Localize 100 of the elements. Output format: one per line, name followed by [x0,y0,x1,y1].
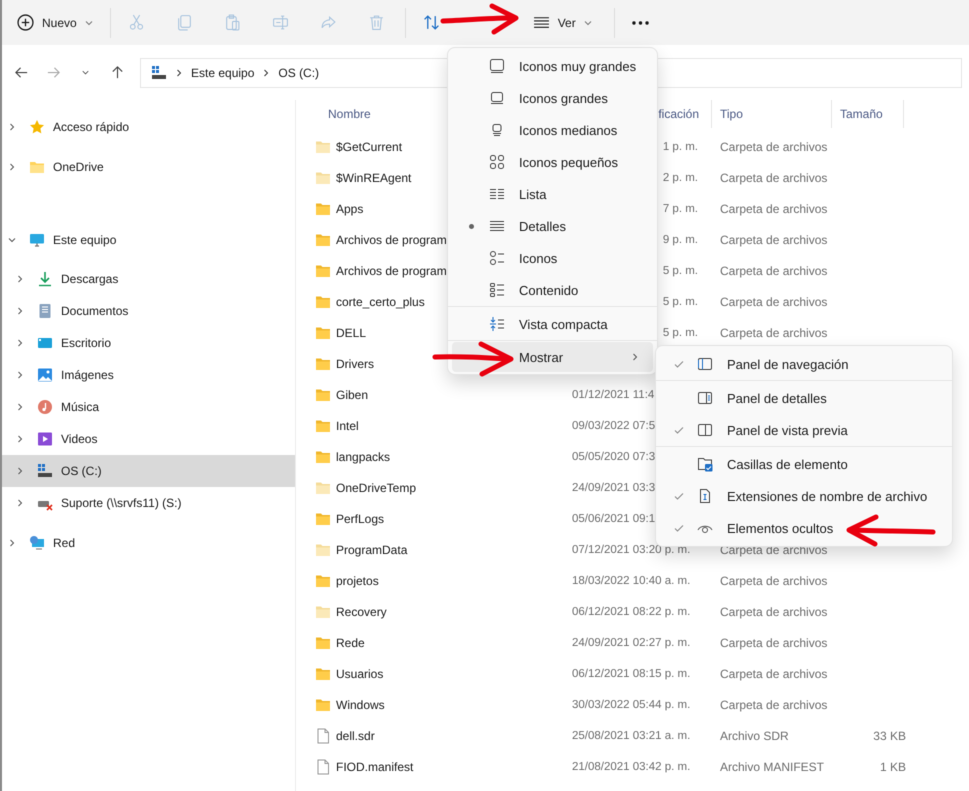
file-name[interactable]: $GetCurrent [336,140,402,154]
folder-checkbox-icon [697,456,713,472]
chevron-down-icon[interactable] [8,236,16,244]
file-name[interactable]: $WinREAgent [336,170,412,184]
sidebar-item[interactable]: Música [2,391,295,423]
sidebar-item[interactable]: Videos [2,423,295,455]
file-name[interactable]: Giben [336,388,368,402]
monitor-icon [489,58,505,74]
sidebar-item[interactable]: OS (C:) [2,455,295,487]
file-type: Carpeta de archivos [720,542,828,556]
chevron-right-icon[interactable] [16,499,24,507]
drive-icon [37,463,53,479]
sidebar-item[interactable]: Suporte (\\srvfs11) (S:) [2,487,295,519]
file-name[interactable]: Recovery [336,604,387,618]
file-name[interactable]: langpacks [336,450,390,464]
menu-item[interactable]: Vista compacta [452,308,653,340]
sidebar-item[interactable]: Red [2,527,295,559]
menu-item[interactable]: Panel de navegación [660,348,948,380]
share-icon [320,14,337,31]
file-type: Carpeta de archivos [720,294,828,308]
date-modified: 9 p. m. [662,234,698,246]
chevron-right-icon[interactable] [16,467,24,475]
menu-item[interactable]: Iconos [452,242,653,274]
date-modified: 09/03/2022 07:5 [572,420,656,432]
file-name[interactable]: FIOD.manifest [336,760,414,774]
menu-item[interactable]: Iconos pequeños [452,146,653,178]
menu-item[interactable]: Iconos grandes [452,82,653,114]
view-button[interactable]: Ver [526,6,604,38]
chevron-right-icon[interactable] [16,275,24,283]
date-modified: 25/08/2021 03:21 a. m. [572,730,690,742]
tiles-icon [489,250,505,266]
file-type: Carpeta de archivos [720,170,828,184]
date-modified: 5 p. m. [662,326,698,338]
menu-item[interactable]: Extensiones de nombre de archivo [660,480,948,512]
menu-item[interactable]: Detalles [452,210,653,242]
sidebar-item[interactable]: Descargas [2,263,295,295]
chevron-right-icon[interactable] [16,307,24,315]
document-icon [37,303,53,319]
sidebar-item[interactable]: Acceso rápido [2,111,295,143]
file-type: Carpeta de archivos [720,604,828,618]
chevron-right-icon[interactable] [16,403,24,411]
chevron-right-icon[interactable] [16,435,24,443]
breadcrumb[interactable]: Este equipo [191,66,254,80]
file-type: Archivo MANIFEST [720,760,824,774]
file-name[interactable]: Windows [336,698,385,712]
menu-item[interactable]: Panel de vista previa [660,414,948,446]
file-name[interactable]: corte_certo_plus [336,294,425,308]
music-note-icon [37,399,53,415]
file-name[interactable]: dell.sdr [336,728,375,742]
file-name[interactable]: Drivers [336,356,374,370]
chevron-right-icon[interactable] [8,539,16,547]
file-name[interactable]: Rede [336,636,365,650]
menu-item[interactable]: Contenido [452,274,653,306]
date-modified: 7 p. m. [662,202,698,214]
file-name[interactable]: projetos [336,574,379,588]
file-type: Carpeta de archivos [720,666,828,680]
sidebar-item[interactable]: Documentos [2,295,295,327]
file-name[interactable]: Apps [336,202,364,216]
column-header[interactable]: Tamaño [832,100,904,128]
more-icon [632,20,649,24]
sidebar-item[interactable]: Imágenes [2,359,295,391]
file-name[interactable]: Usuarios [336,666,384,680]
file-name[interactable]: PerfLogs [336,512,384,526]
menu-item[interactable]: Lista [452,178,653,210]
file-type: Carpeta de archivos [720,232,828,246]
chevron-right-icon[interactable] [8,123,16,131]
file-type: Carpeta de archivos [720,264,828,278]
chevron-right-icon[interactable] [16,371,24,379]
menu-item[interactable]: Panel de detalles [660,382,948,414]
file-name[interactable]: DELL [336,326,366,340]
file-type: Carpeta de archivos [720,636,828,650]
file-name[interactable]: Archivos de program [336,232,447,246]
list-icon [489,186,505,202]
menu-item[interactable]: Casillas de elemento [660,448,948,480]
chevron-right-icon[interactable] [16,339,24,347]
chevron-right-icon[interactable] [8,163,16,171]
file-type: Carpeta de archivos [720,140,828,154]
menu-item[interactable]: Mostrar [452,342,653,372]
pane-icon [697,422,713,438]
menu-item[interactable]: Elementos ocultos [660,512,948,544]
sidebar-item[interactable]: OneDrive [2,151,295,183]
chevron-right-icon [262,68,270,76]
breadcrumb[interactable]: OS (C:) [278,66,320,80]
menu-item[interactable]: Iconos medianos [452,114,653,146]
file-icon [315,728,331,744]
date-modified: 06/12/2021 08:15 p. m. [572,668,690,680]
file-icon [697,488,713,504]
date-modified: 30/03/2022 05:44 p. m. [572,698,690,710]
chevron-right-icon [631,353,639,361]
file-name[interactable]: ProgramData [336,542,408,556]
sidebar-item[interactable]: Este equipo [2,224,295,256]
file-name[interactable]: OneDriveTemp [336,480,416,494]
column-header[interactable]: Tipo [712,100,832,128]
file-name[interactable]: Intel [336,418,359,432]
new-button[interactable]: Nuevo [10,6,100,38]
sidebar-item[interactable]: Escritorio [2,327,295,359]
file-type: Carpeta de archivos [720,326,828,340]
file-type: Carpeta de archivos [720,574,828,588]
menu-item[interactable]: Iconos muy grandes [452,50,653,82]
file-name[interactable]: Archivos de program [336,264,447,278]
